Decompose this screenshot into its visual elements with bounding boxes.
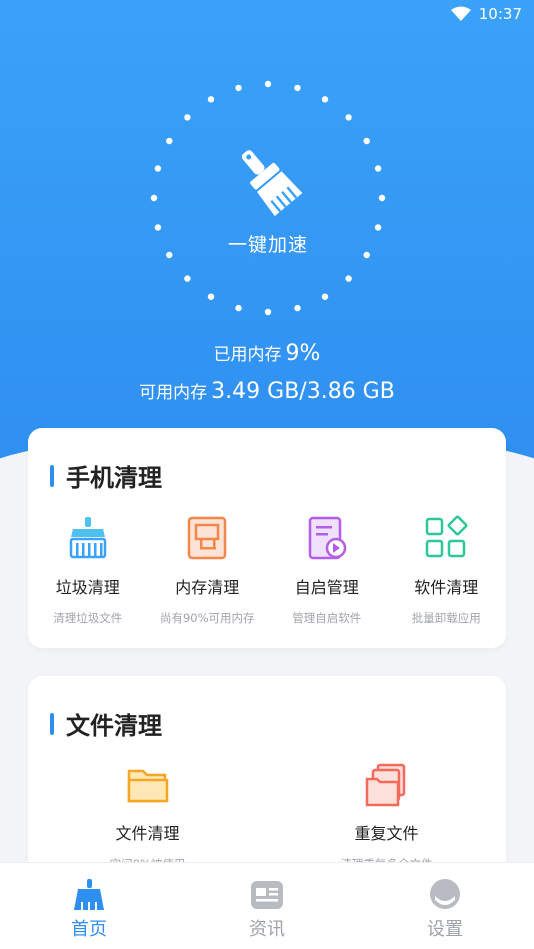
folder-icon: [124, 762, 172, 810]
boost-dial[interactable]: 一键加速: [150, 80, 386, 316]
status-bar: 10:37: [0, 0, 534, 28]
bottom-tab-bar: 首页 资讯 设置: [0, 862, 534, 949]
duplicate-files-icon: [363, 762, 411, 810]
available-memory: 可用内存 3.49 GB/3.86 GB: [0, 378, 534, 404]
tool-autostart-manage[interactable]: 自启管理 管理自启软件: [267, 514, 387, 626]
tool-memory-clean[interactable]: 内存清理 尚有90%可用内存: [148, 514, 268, 626]
tool-duplicate-files[interactable]: 重复文件 清理重复多余文件: [267, 762, 506, 872]
tool-app-clean-desc: 批量卸载应用: [411, 611, 481, 625]
available-memory-label: 可用内存: [139, 383, 208, 403]
phone-clean-tools: 垃圾清理 清理垃圾文件 内存清理 尚有90%可用内存 自启管理 管理自启软件 软…: [28, 514, 506, 626]
used-memory-percent: 9%: [285, 341, 321, 366]
news-icon: [249, 877, 285, 913]
tool-junk-clean-desc: 清理垃圾文件: [53, 611, 123, 625]
wifi-icon: [450, 6, 471, 22]
status-time: 10:37: [478, 5, 522, 23]
tool-memory-clean-desc: 尚有90%可用内存: [159, 611, 255, 625]
apps-icon: [422, 514, 470, 562]
memory-icon: [183, 514, 231, 562]
used-memory-label: 已用内存: [213, 345, 282, 365]
phone-clean-title-text: 手机清理: [66, 464, 162, 492]
tool-junk-clean-label: 垃圾清理: [55, 578, 120, 597]
brush-icon: [228, 140, 308, 224]
boost-button[interactable]: 一键加速: [150, 80, 386, 316]
file-clean-tools: 文件清理 空间0%被使用 重复文件 清理重复多余文件: [28, 762, 506, 872]
tool-memory-clean-label: 内存清理: [175, 578, 240, 597]
tool-junk-clean[interactable]: 垃圾清理 清理垃圾文件: [28, 514, 148, 626]
tool-autostart-desc: 管理自启软件: [292, 611, 362, 625]
used-memory: 已用内存 9%: [0, 340, 534, 366]
trash-broom-icon: [64, 514, 112, 562]
phone-clean-card: 手机清理 垃圾清理 清理垃圾文件 内存清理 尚有90%可用内存 自启管理 管理自…: [28, 428, 506, 648]
tool-app-clean-label: 软件清理: [414, 578, 479, 597]
tool-file-clean[interactable]: 文件清理 空间0%被使用: [28, 762, 267, 872]
title-accent-bar: [50, 712, 54, 735]
file-clean-title: 文件清理: [50, 706, 162, 741]
tool-duplicate-files-label: 重复文件: [354, 824, 419, 843]
title-accent-bar: [50, 464, 54, 487]
tool-autostart-label: 自启管理: [294, 578, 359, 597]
autostart-icon: [303, 514, 351, 562]
tab-home-label: 首页: [71, 919, 107, 940]
file-clean-title-text: 文件清理: [66, 712, 162, 740]
tool-file-clean-label: 文件清理: [115, 824, 180, 843]
tab-settings-label: 设置: [427, 919, 463, 940]
tab-settings[interactable]: 设置: [356, 863, 534, 949]
phone-clean-title: 手机清理: [50, 458, 162, 493]
settings-icon: [427, 877, 463, 913]
tool-app-clean[interactable]: 软件清理 批量卸载应用: [387, 514, 507, 626]
tab-news-label: 资讯: [249, 919, 285, 940]
file-clean-card: 文件清理 文件清理 空间0%被使用 重复文件 清理重复多余文件: [28, 676, 506, 876]
home-broom-icon: [71, 877, 107, 913]
available-memory-value: 3.49 GB/3.86 GB: [211, 379, 395, 404]
boost-label: 一键加速: [227, 233, 308, 256]
tab-news[interactable]: 资讯: [178, 863, 356, 949]
tab-home[interactable]: 首页: [0, 863, 178, 949]
